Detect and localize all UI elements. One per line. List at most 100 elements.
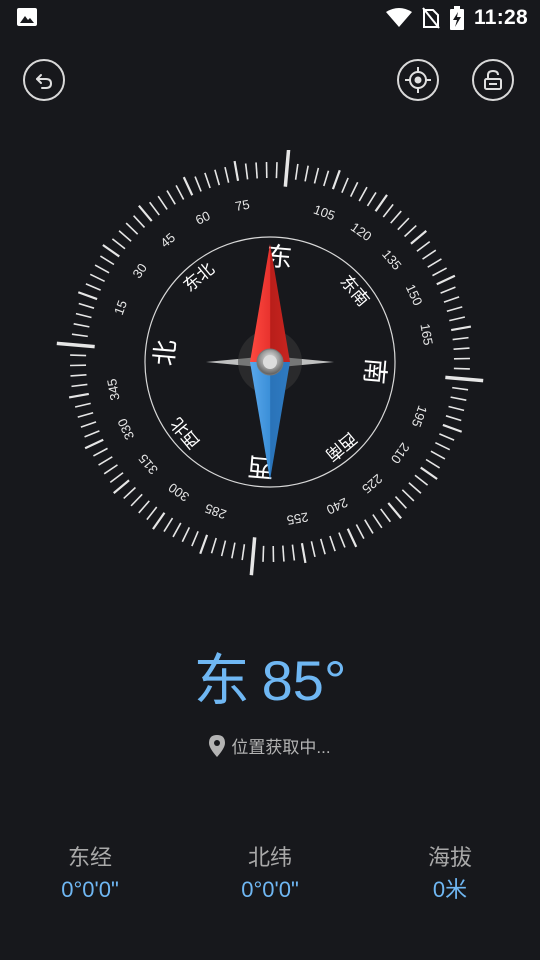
locate-button[interactable] xyxy=(397,59,439,101)
dial-tick xyxy=(163,517,174,533)
status-bar: 11:28 xyxy=(0,0,540,36)
dial-tick xyxy=(70,364,87,367)
dial-tick xyxy=(78,302,95,309)
dial-tick xyxy=(442,423,463,433)
dial-tick xyxy=(445,415,462,422)
dial-tick xyxy=(102,244,120,258)
compass-dial: 15 30 45 60 75 105 120135 150 165 195 210225 240 255… xyxy=(56,150,484,576)
dial-tick xyxy=(99,255,115,266)
crosshair-icon xyxy=(405,67,431,93)
dial-tick xyxy=(387,502,402,519)
lock-button[interactable] xyxy=(472,59,514,101)
dial-tick xyxy=(443,296,460,303)
dial-tick xyxy=(103,464,118,475)
dial-tick xyxy=(450,396,467,401)
dial-tick xyxy=(432,267,447,277)
dial-tick xyxy=(241,544,246,561)
dial-tick xyxy=(75,312,92,319)
dial-tick xyxy=(440,286,456,294)
dial-tick xyxy=(425,458,441,469)
dial-tick xyxy=(118,230,132,242)
dial-tick xyxy=(453,357,470,360)
degree-label: 195 xyxy=(409,404,431,430)
dial-tick xyxy=(291,544,296,561)
dial-tick xyxy=(172,522,182,538)
dial-tick xyxy=(138,500,150,514)
dial-tick xyxy=(404,225,417,238)
dial-tick xyxy=(366,191,377,207)
dial-tick xyxy=(224,166,230,183)
dial-tick xyxy=(449,316,466,322)
dial-tick xyxy=(304,165,309,182)
dial-tick xyxy=(157,195,168,210)
dial-tick xyxy=(430,450,446,460)
dial-tick xyxy=(125,222,139,235)
unlock-icon xyxy=(484,69,502,90)
degree-label: 255 xyxy=(286,509,310,528)
dial-tick xyxy=(70,374,87,377)
location-status: 位置获取中... xyxy=(0,733,540,758)
dial-tick xyxy=(152,512,166,530)
dial-tick xyxy=(435,441,451,451)
altitude-label: 海拔 xyxy=(427,845,472,870)
degree-label: 15 xyxy=(111,298,130,317)
back-button[interactable] xyxy=(23,59,65,101)
dial-tick xyxy=(166,190,176,205)
dial-tick xyxy=(231,542,236,559)
dial-tick xyxy=(427,258,442,268)
dial-tick xyxy=(313,167,320,184)
dial-tick xyxy=(220,540,227,557)
dial-tick xyxy=(199,534,209,555)
dial-tick xyxy=(355,524,365,539)
dial-tick xyxy=(410,230,427,245)
dial-tick xyxy=(300,543,307,564)
dial-tick xyxy=(397,217,410,231)
dial-tick xyxy=(282,545,285,562)
dial-tick xyxy=(233,160,240,181)
dial-tick xyxy=(310,541,316,558)
dial-tick xyxy=(416,240,431,252)
dial-tick xyxy=(77,411,94,418)
no-sim-icon xyxy=(422,7,440,29)
dial-tick xyxy=(323,170,330,187)
dial-tick xyxy=(346,528,358,548)
wifi-icon xyxy=(385,8,412,27)
degree-label: 75 xyxy=(234,197,251,214)
dial-tick xyxy=(294,163,299,180)
direction-label-northwest: 西北 xyxy=(167,413,204,452)
dial-tick xyxy=(364,519,374,534)
dial-tick xyxy=(408,482,422,494)
dial-tick xyxy=(93,447,108,457)
dial-tick xyxy=(275,162,278,179)
degree-label: 225 xyxy=(359,471,385,496)
degree-label: 150 xyxy=(403,282,426,308)
degree-label: 300 xyxy=(166,480,192,505)
dial-tick xyxy=(194,176,202,192)
dial-tick xyxy=(446,306,463,313)
degree-label: 315 xyxy=(135,451,160,477)
dial-tick xyxy=(448,405,465,412)
dial-tick xyxy=(89,273,105,283)
dial-tick xyxy=(204,172,211,189)
dial-tick xyxy=(94,264,110,274)
longitude-label: 东经 xyxy=(67,845,112,870)
dial-tick xyxy=(85,283,101,291)
dial-tick xyxy=(451,325,472,332)
dial-tick xyxy=(262,545,265,562)
dial-tick xyxy=(390,210,402,224)
dial-tick xyxy=(358,186,368,202)
degree-label: 105 xyxy=(312,202,338,224)
dial-tick xyxy=(71,383,88,388)
direction-label-south: 南 xyxy=(358,357,390,386)
dial-tick xyxy=(74,402,91,408)
direction-label-northeast: 东北 xyxy=(180,259,219,296)
dial-tick xyxy=(382,203,394,218)
degree-label: 210 xyxy=(388,440,413,466)
dial-tick xyxy=(453,347,470,350)
dial-tick xyxy=(182,176,194,196)
latitude-label: 北纬 xyxy=(247,845,292,870)
heading-readout: 东 85° xyxy=(0,646,540,716)
dial-tick xyxy=(84,438,104,450)
dial-tick xyxy=(109,472,124,484)
degree-label: 330 xyxy=(114,416,137,442)
